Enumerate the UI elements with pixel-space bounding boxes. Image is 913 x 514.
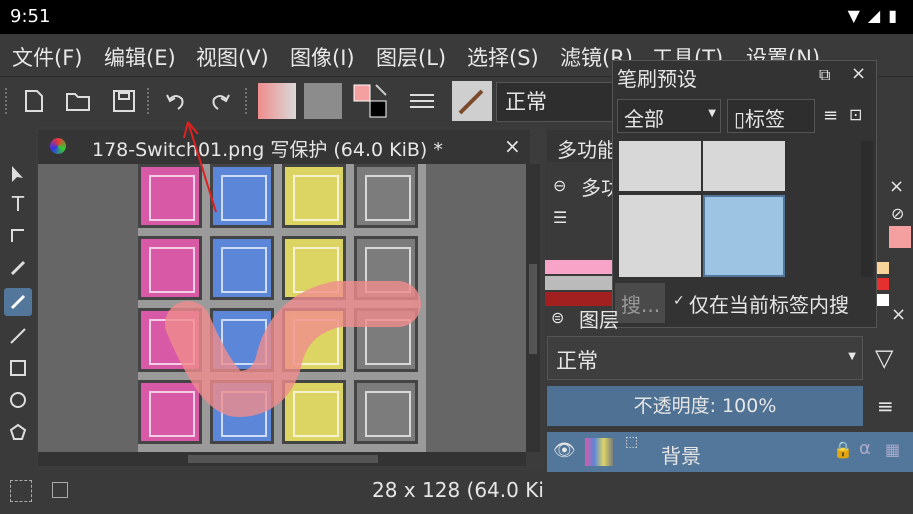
layer-blend-mode-select[interactable]: 正常 ▼	[547, 336, 863, 380]
menu-image[interactable]: 图像(I)	[290, 42, 355, 72]
annotation-arrow	[183, 121, 217, 213]
visibility-eye-icon[interactable]: 👁	[553, 440, 576, 461]
brush-settings-icon[interactable]	[406, 85, 438, 117]
vertical-scrollbar[interactable]	[526, 164, 540, 452]
open-folder-icon[interactable]	[62, 85, 94, 117]
rectangle-tool-icon[interactable]	[4, 354, 32, 382]
close-icon[interactable]: ×	[851, 63, 866, 84]
chevron-down-icon: ▼	[848, 351, 856, 362]
layer-thumbnail	[585, 438, 613, 466]
horizontal-scrollbar[interactable]	[38, 452, 526, 466]
brush-preset-item[interactable]	[619, 195, 701, 277]
float-icon[interactable]: ⧉	[819, 65, 830, 85]
layers-docker: ⊜ 图层 × 正常 ▼ ▽ 不透明度: 100% ≡ 👁 ⬚ 背景 🔒 α ▦	[545, 300, 913, 514]
toolbar-separator	[244, 87, 248, 115]
layer-blend-mode: 正常	[556, 349, 598, 373]
layer-type-icon: ⬚	[625, 434, 639, 450]
status-bar: 28 x 128 (64.0 Kil	[0, 470, 549, 514]
ellipse-tool-icon[interactable]	[4, 386, 32, 414]
brush-presets-docker: 笔刷预设 ⧉ × 全部 ▼ ▯标签 ≡ ⊡ 搜... ✓ 仅在当前标签内搜	[612, 60, 877, 328]
clock: 9:51	[10, 6, 51, 27]
info-icon[interactable]: ⊡	[849, 105, 862, 124]
scroll-thumb[interactable]	[188, 455, 378, 463]
menu-icon[interactable]: ≡	[823, 105, 838, 126]
text-tool-icon[interactable]: T	[4, 190, 32, 218]
color-swap-icon[interactable]	[350, 81, 392, 121]
brush-presets-title: 笔刷预设	[617, 67, 697, 91]
tag-filter-select[interactable]: 全部 ▼	[617, 99, 721, 133]
color-strip-gray	[545, 276, 615, 290]
menu-select[interactable]: 选择(S)	[467, 42, 539, 72]
tag-icon: ▯	[734, 107, 746, 131]
selection-icon[interactable]	[10, 480, 32, 502]
menu-file[interactable]: 文件(F)	[12, 42, 82, 72]
close-document-icon[interactable]: ×	[504, 134, 521, 158]
gradient-icon[interactable]	[258, 83, 296, 119]
palette-swatch[interactable]	[877, 262, 889, 274]
polygon-tool-icon[interactable]	[4, 418, 32, 446]
tag-button[interactable]: ▯标签	[727, 99, 815, 133]
edit-shapes-icon[interactable]	[4, 222, 32, 250]
toolbar-blend-mode-select[interactable]: 正常	[496, 82, 616, 122]
toolbar-grip	[4, 87, 8, 115]
close-icon[interactable]: ×	[889, 176, 904, 197]
preset-scrollbar[interactable]	[861, 141, 873, 277]
chevron-down-icon: ▼	[708, 108, 716, 119]
status-icons: ▼◢▮	[847, 6, 905, 25]
layer-name: 背景	[661, 444, 701, 468]
layers-icon: ⊜	[551, 308, 565, 327]
brush-preset-item-selected[interactable]	[703, 195, 785, 277]
krita-logo-icon	[50, 138, 66, 154]
save-icon[interactable]	[108, 85, 140, 117]
android-status-bar: 9:51 ▼◢▮	[0, 0, 913, 34]
tag-filter-value: 全部	[624, 107, 664, 131]
document-tab[interactable]: 178-Switch01.png 写保护 (64.0 KiB) * ×	[38, 130, 530, 165]
opacity-slider[interactable]: 不透明度: 100%	[547, 386, 863, 426]
line-tool-icon[interactable]	[4, 322, 32, 350]
select-shapes-icon[interactable]	[4, 160, 32, 188]
calligraphy-icon[interactable]	[4, 254, 32, 282]
freehand-brush-icon[interactable]	[4, 288, 32, 316]
lock-icon[interactable]: 🔒	[833, 440, 853, 459]
menu-view[interactable]: 视图(V)	[196, 42, 269, 72]
no-entry-icon[interactable]: ⊘	[891, 204, 904, 223]
filter-icon[interactable]: ▽	[875, 344, 893, 372]
brush-preset-item[interactable]	[619, 141, 701, 191]
layer-row[interactable]: 👁 ⬚ 背景 🔒 α ▦	[547, 432, 913, 472]
menu-edit[interactable]: 编辑(E)	[104, 42, 176, 72]
image-size-text: 28 x 128 (64.0 Kil	[372, 478, 550, 502]
new-document-icon[interactable]	[18, 85, 50, 117]
foreground-color-swatch[interactable]	[889, 226, 911, 248]
document-title: 178-Switch01.png 写保护 (64.0 KiB) *	[92, 139, 443, 161]
color-strip-pink	[545, 260, 615, 274]
alpha-icon[interactable]: α	[859, 438, 871, 459]
toolbox: T	[0, 126, 36, 476]
close-icon[interactable]: ×	[891, 304, 906, 325]
crop-icon[interactable]	[52, 482, 68, 498]
lock-icon[interactable]: ⊖	[553, 176, 566, 195]
tag-label: 标签	[745, 107, 786, 131]
menu-layer[interactable]: 图层(L)	[376, 42, 446, 72]
palette-swatch[interactable]	[877, 278, 889, 290]
brush-preset-item[interactable]	[703, 141, 785, 191]
layers-title: 图层	[579, 308, 619, 332]
list-icon[interactable]: ☰	[553, 208, 567, 227]
pattern-icon[interactable]	[304, 83, 342, 119]
inherit-alpha-icon[interactable]: ▦	[885, 440, 900, 459]
toolbar-separator	[146, 87, 150, 115]
brush-preset-icon[interactable]	[452, 81, 492, 121]
menu-icon[interactable]: ≡	[877, 394, 894, 418]
scroll-thumb[interactable]	[529, 264, 537, 354]
